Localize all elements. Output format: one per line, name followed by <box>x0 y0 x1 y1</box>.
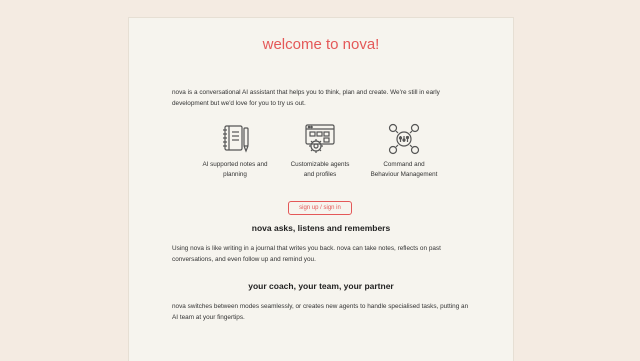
feature-label: AI supported notes and planning <box>202 161 268 178</box>
section-body: nova switches between modes seamlessly, … <box>172 303 469 321</box>
feature-notes: AI supported notes and planning <box>200 122 270 180</box>
command-network-icon <box>369 122 439 156</box>
feature-commands: Command and Behaviour Management <box>369 122 439 180</box>
section-heading: nova asks, listens and remembers <box>251 223 391 233</box>
feature-label: Command and Behaviour Management <box>370 161 438 178</box>
notebook-pen-icon <box>200 122 270 156</box>
feature-label: Customizable agents and profiles <box>290 161 350 178</box>
feature-agents: Customizable agents and profiles <box>285 122 355 180</box>
section-body: Using nova is like writing in a journal … <box>172 245 441 263</box>
intro-text: nova is a conversational AI assistant th… <box>172 89 440 107</box>
sign-up-sign-in-button[interactable]: sign up / sign in <box>288 201 352 215</box>
welcome-card: welcome to nova! nova is a conversationa… <box>128 17 514 361</box>
section-heading: your coach, your team, your partner <box>248 281 394 291</box>
page-title: welcome to nova! <box>262 36 380 53</box>
gears-window-icon <box>285 122 355 156</box>
